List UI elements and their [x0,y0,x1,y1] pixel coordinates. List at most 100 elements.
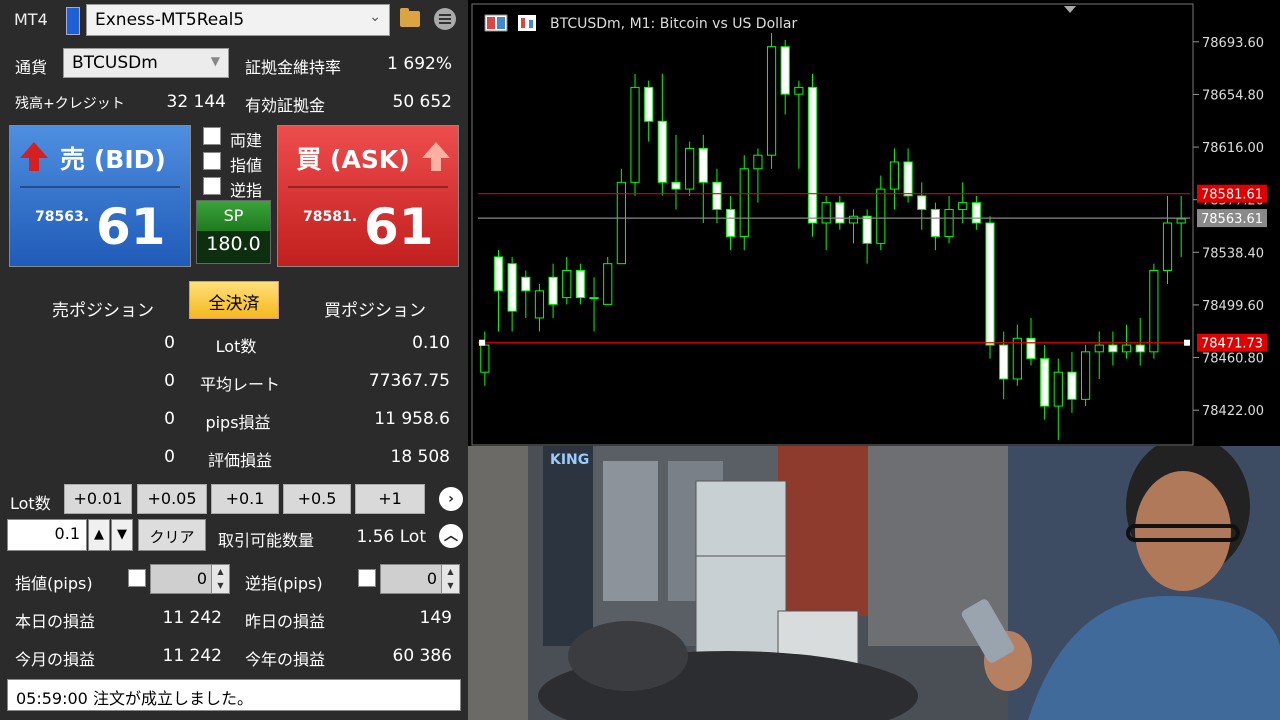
price-tick-label: 78460.80 [1202,352,1264,367]
price-axis: 78693.6078654.8078616.0078577.2078538.40… [1193,36,1264,419]
trading-panel: MT4 Exness-MT5Real5 ⌄ 通貨 BTCUSDm ▼ 証拠金維持… [0,0,468,720]
candle-body [1067,371,1077,400]
candle-body [575,269,586,299]
stop-checkbox[interactable] [203,177,221,195]
candle-body [630,86,640,183]
buy-lots: 0.10 [412,333,450,353]
status-message: 05:59:00 注文が成立しました。 [7,679,461,711]
candle-body [726,208,736,238]
spread-value: 180.0 [206,233,261,255]
price-chart[interactable]: BTCUSDm, M1: Bitcoin vs US Dollar 78693.… [468,0,1280,446]
price-tick-label: 78616.00 [1202,141,1264,156]
limit-pips-checkbox[interactable] [128,569,146,587]
candle-body [1040,358,1050,407]
marker-line-label: 78471.73 [1201,337,1263,352]
chevron-down-icon: ⌄ [369,9,381,25]
stop-pips-input[interactable]: 0 ▲ ▼ [380,564,460,594]
candle-body [698,147,708,183]
candle-body [999,344,1009,380]
candle-body [862,215,872,244]
lot-add-1-button[interactable]: +1 [355,484,425,514]
candle-body [589,297,599,300]
limit-pips-value: 0 [196,569,207,588]
candles [480,33,1186,440]
close-all-button[interactable]: 全決済 [189,281,279,319]
candle-body [958,202,968,210]
year-pnl-value: 60 386 [392,646,452,666]
menu-icon[interactable] [434,8,456,30]
lot-decrement-button[interactable]: ▼ [111,519,133,551]
symbol-select[interactable]: BTCUSDm ▼ [63,48,229,78]
stop-pips-value: 0 [426,569,437,588]
clear-button[interactable]: クリア [138,519,206,551]
lot-input[interactable]: 0.1 [7,519,87,551]
currency-label: 通貨 [15,58,48,77]
candle-body [534,290,545,319]
pips-pnl-row-label: pips損益 [205,413,271,432]
margin-ratio-value: 1 692% [387,54,452,74]
year-pnl-label: 今年の損益 [245,650,326,669]
candle-body [671,181,681,190]
candle-body [603,263,613,305]
lot-add-0.01-button[interactable]: +0.01 [64,484,132,514]
lot-add-0.5-button[interactable]: +0.5 [283,484,351,514]
hedge-checkbox[interactable] [203,127,221,145]
buy-pips-pnl: 11 958.6 [374,409,450,429]
candle-body [739,168,749,238]
limit-checkbox[interactable] [203,152,221,170]
candle-body [1094,344,1104,353]
candle-body [712,181,722,210]
candle-body [807,86,818,224]
lot-increment-button[interactable]: ▲ [88,519,110,551]
chevron-up-icon[interactable]: ︿ [439,524,463,548]
limit-pips-input[interactable]: 0 ▲ ▼ [150,564,230,594]
sell-bid-button[interactable]: 売 (BID) 78563. 61 [9,125,191,267]
stop-pips-checkbox[interactable] [358,569,376,587]
chevron-right-icon[interactable]: › [439,487,463,511]
lot-add-0.05-button[interactable]: +0.05 [137,484,207,514]
stop-pips-label: 逆指(pips) [245,574,323,593]
candlestick-icon [518,15,536,31]
limit-pips-label: 指値(pips) [15,574,93,593]
candle-body [644,86,654,122]
stop-label: 逆指 [230,181,263,200]
spinner-arrows-icon[interactable]: ▲ ▼ [441,565,459,593]
candle-body [685,147,695,190]
lot-add-0.1-button[interactable]: +0.1 [211,484,279,514]
lots-row-label: Lot数 [215,337,257,356]
candle-body [889,161,900,190]
line-handle-icon[interactable] [1184,339,1190,346]
candle-body [1162,222,1173,271]
candle-body [903,161,913,197]
hedge-label: 両建 [230,131,263,150]
folder-icon[interactable] [400,8,420,27]
candle-body [780,46,790,95]
chart-window-icon [484,14,508,32]
month-pnl-label: 今月の損益 [15,650,96,669]
account-select[interactable]: Exness-MT5Real5 ⌄ [86,4,390,36]
ask-price-prefix: 78581. [303,209,358,225]
spinner-arrows-icon[interactable]: ▲ ▼ [211,565,229,593]
avg-rate-row-label: 平均レート [199,375,280,394]
candle-body [835,202,845,224]
price-tick-label: 78693.60 [1202,36,1264,51]
month-pnl-value: 11 242 [162,646,222,666]
spread-indicator: SP 180.0 [196,200,271,264]
candle-body [876,188,886,244]
candle-body [753,154,763,170]
candle-body [1108,344,1118,353]
platform-label: MT4 [14,10,48,29]
equity-value: 50 652 [392,92,452,112]
candle-body [493,256,504,292]
shop-sign: KING [550,452,589,468]
spread-label: SP [197,201,270,231]
candle-body [971,202,981,224]
sell-pips-pnl: 0 [164,409,175,429]
sell-lots: 0 [164,333,175,353]
today-pnl-value: 11 242 [162,608,222,628]
unrealized-pnl-row-label: 評価損益 [207,451,272,470]
today-pnl-label: 本日の損益 [15,612,96,631]
buy-ask-button[interactable]: 買 (ASK) 78581. 61 [277,125,459,267]
price-levels: 78581.61 78563.61 78471.73 [478,184,1267,352]
line-handle-icon[interactable] [479,339,485,346]
